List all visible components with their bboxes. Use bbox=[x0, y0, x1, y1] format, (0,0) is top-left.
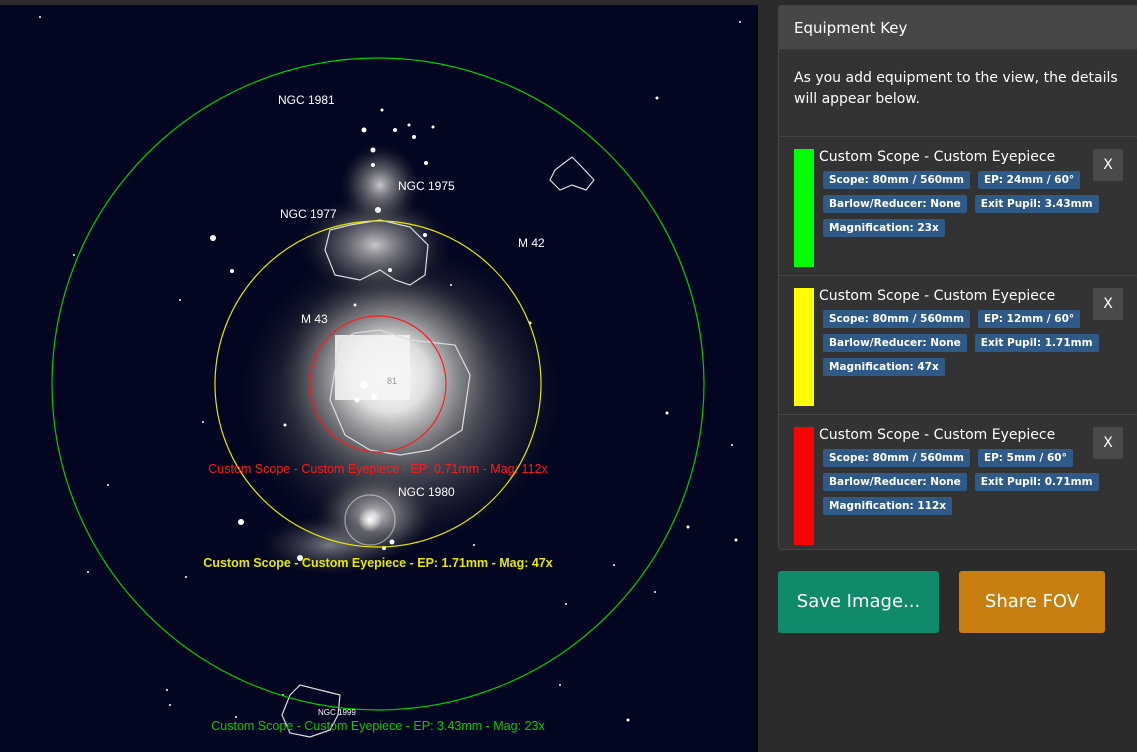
eyepiece-tag: EP: 24mm / 60° bbox=[977, 171, 1081, 189]
equipment-title: Custom Scope - Custom Eyepiece bbox=[819, 149, 1056, 165]
sky-chart: NGC 1981 NGC 1975 NGC 1977 M 42 M 43 NGC… bbox=[39, 16, 741, 738]
label-ngc1999: NGC 1999 bbox=[318, 708, 356, 717]
barlow-tag: Barlow/Reducer: None bbox=[823, 473, 967, 491]
magnification-tag: Magnification: 23x bbox=[823, 219, 945, 237]
share-fov-button[interactable]: Share FOV bbox=[959, 571, 1105, 633]
remove-button[interactable]: X bbox=[1093, 288, 1123, 320]
color-swatch-green bbox=[794, 149, 814, 267]
exit-pupil-tag: Exit Pupil: 0.71mm bbox=[974, 473, 1099, 491]
sidebar: Equipment Key As you add equipment to th… bbox=[758, 0, 1137, 752]
label-ngc1975: NGC 1975 bbox=[398, 179, 455, 193]
label-ngc1977: NGC 1977 bbox=[280, 207, 337, 221]
panel-title: Equipment Key bbox=[779, 6, 1137, 50]
fov-label-red: Custom Scope - Custom Eyepiece - EP: 0.7… bbox=[208, 462, 548, 476]
barlow-tag: Barlow/Reducer: None bbox=[823, 195, 967, 213]
equipment-item-red: Custom Scope - Custom Eyepiece X Scope: … bbox=[779, 414, 1137, 553]
save-image-button[interactable]: Save Image... bbox=[778, 571, 939, 633]
remove-button[interactable]: X bbox=[1093, 427, 1123, 459]
outline-unknown bbox=[549, 156, 595, 191]
scope-tag: Scope: 80mm / 560mm bbox=[823, 171, 970, 189]
color-swatch-yellow bbox=[794, 288, 814, 406]
label-m43: M 43 bbox=[301, 312, 328, 326]
label-m42: M 42 bbox=[518, 236, 545, 250]
equipment-title: Custom Scope - Custom Eyepiece bbox=[819, 288, 1056, 304]
eyepiece-tag: EP: 5mm / 60° bbox=[977, 449, 1073, 467]
color-swatch-red bbox=[794, 427, 814, 545]
equipment-item-yellow: Custom Scope - Custom Eyepiece X Scope: … bbox=[779, 275, 1137, 414]
scope-tag: Scope: 80mm / 560mm bbox=[823, 310, 970, 328]
scope-tag: Scope: 80mm / 560mm bbox=[823, 449, 970, 467]
exit-pupil-tag: Exit Pupil: 3.43mm bbox=[974, 195, 1099, 213]
panel-intro: As you add equipment to the view, the de… bbox=[794, 70, 1118, 107]
label-81: 81 bbox=[387, 376, 397, 386]
magnification-tag: Magnification: 47x bbox=[823, 358, 945, 376]
remove-button[interactable]: X bbox=[1093, 149, 1123, 181]
exit-pupil-tag: Exit Pupil: 1.71mm bbox=[974, 334, 1099, 352]
magnification-tag: Magnification: 112x bbox=[823, 497, 953, 515]
barlow-tag: Barlow/Reducer: None bbox=[823, 334, 967, 352]
eyepiece-tag: EP: 12mm / 60° bbox=[977, 310, 1081, 328]
equipment-key-panel: Equipment Key As you add equipment to th… bbox=[778, 5, 1137, 550]
fov-label-green: Custom Scope - Custom Eyepiece - EP: 3.4… bbox=[211, 719, 545, 733]
sky-view[interactable]: NGC 1981 NGC 1975 NGC 1977 M 42 M 43 NGC… bbox=[0, 5, 758, 752]
fov-label-yellow: Custom Scope - Custom Eyepiece - EP: 1.7… bbox=[203, 556, 552, 570]
equipment-title: Custom Scope - Custom Eyepiece bbox=[819, 427, 1056, 443]
equipment-item-green: Custom Scope - Custom Eyepiece X Scope: … bbox=[779, 136, 1137, 275]
label-ngc1981: NGC 1981 bbox=[278, 93, 335, 107]
label-ngc1980: NGC 1980 bbox=[398, 485, 455, 499]
